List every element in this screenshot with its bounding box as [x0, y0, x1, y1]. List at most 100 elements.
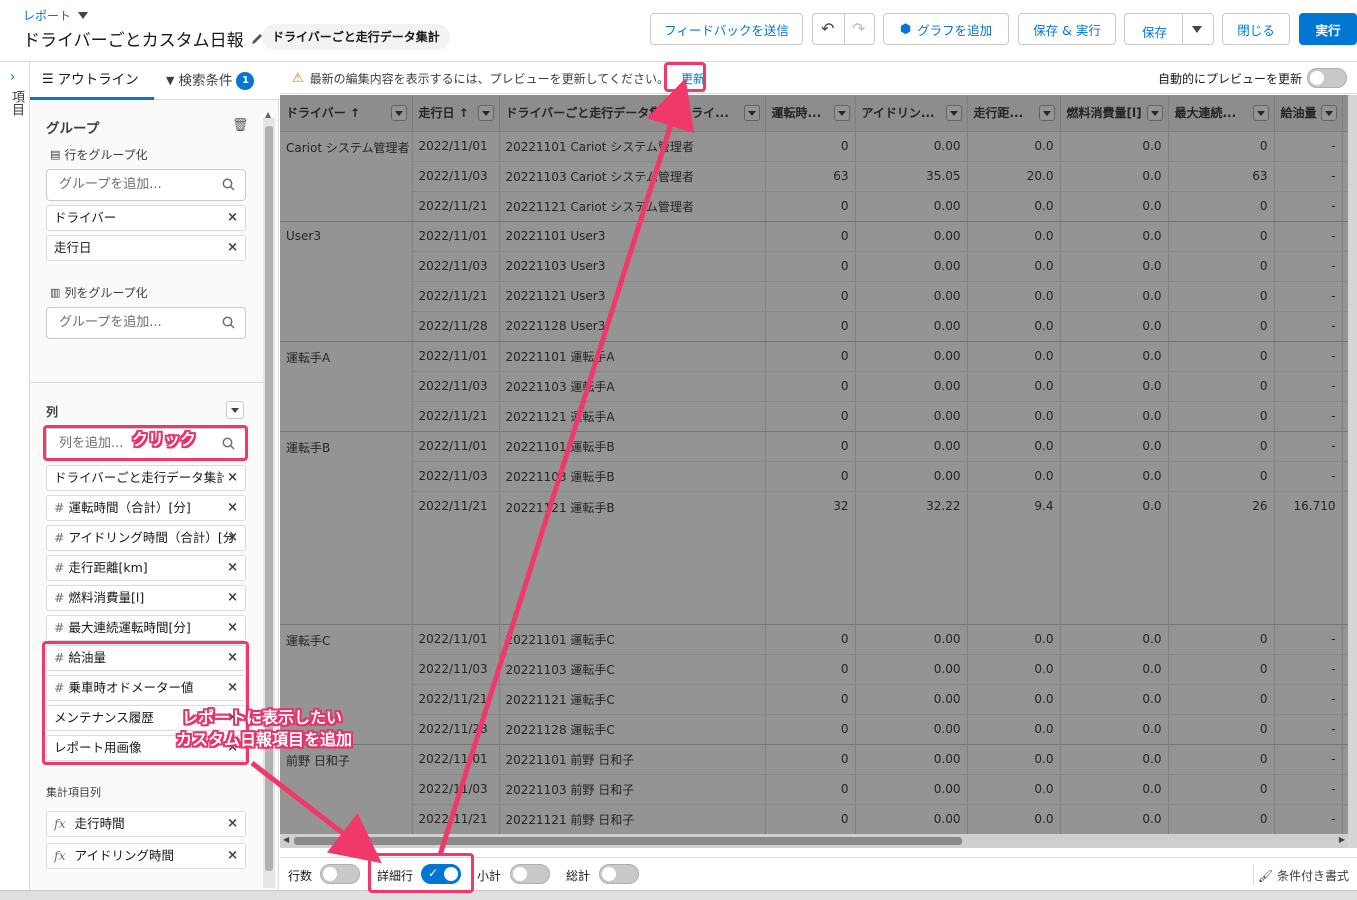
- table-cell: 0.0: [1060, 401, 1169, 432]
- columns-menu-button[interactable]: [226, 401, 244, 419]
- detail-rows-toggle[interactable]: ✓: [421, 864, 461, 884]
- close-icon[interactable]: ×: [227, 616, 238, 640]
- undo-icon[interactable]: ↶: [821, 19, 834, 38]
- search-icon: [222, 178, 235, 191]
- table-row: 前野 日和子 2022/11/01 20221101 前野 日和子 0 0.00 0.0 0…: [280, 744, 1357, 835]
- tab-outline[interactable]: ☰ アウトライン: [30, 62, 154, 100]
- close-icon[interactable]: ×: [227, 526, 238, 550]
- column-menu-icon[interactable]: [945, 105, 962, 121]
- panel-scrollbar[interactable]: ▲ ▼: [263, 110, 275, 900]
- row-group-placeholder: グループを追加...: [59, 177, 162, 192]
- column-header[interactable]: ドライバー ↑: [280, 95, 413, 132]
- table-cell: 2022/11/03: [412, 654, 500, 685]
- fields-strip[interactable]: › 項目: [0, 62, 30, 900]
- close-icon[interactable]: ×: [227, 556, 238, 580]
- table-cell: -: [1274, 161, 1343, 192]
- save-button[interactable]: 保存: [1142, 22, 1167, 41]
- auto-preview-toggle[interactable]: [1307, 68, 1347, 88]
- column-pill[interactable]: # 乗車時オドメーター値 ×: [46, 675, 246, 701]
- table-vertical-scrollbar[interactable]: [1348, 95, 1357, 848]
- table-cell: 0: [1168, 401, 1275, 432]
- save-run-button[interactable]: 保存 & 実行: [1018, 13, 1116, 45]
- summary-pill-drive-time[interactable]: fx 走行時間 ×: [46, 811, 246, 837]
- column-header[interactable]: 走行距...: [967, 95, 1061, 132]
- row-group-pill-driver[interactable]: ドライバー ×: [46, 205, 246, 231]
- column-pill[interactable]: # 給油量 ×: [46, 645, 246, 671]
- column-header[interactable]: 最大連続...: [1168, 95, 1275, 132]
- chevron-down-icon[interactable]: [1192, 26, 1202, 33]
- column-header[interactable]: ドライバーごと走行データ集... ドライ...: [499, 95, 766, 132]
- table-scroll-thumb[interactable]: [294, 837, 962, 845]
- row-group-pill-date[interactable]: 走行日 ×: [46, 235, 246, 261]
- column-pill[interactable]: # 運転時間（合計）[分] ×: [46, 495, 246, 521]
- add-chart-button[interactable]: ⬢ グラフを追加: [883, 13, 1009, 45]
- feedback-button[interactable]: フィードバックを送信: [650, 13, 803, 45]
- table-cell: 0.00: [855, 654, 968, 685]
- close-icon[interactable]: ×: [227, 586, 238, 610]
- page-bottom-scrollbar[interactable]: [0, 890, 1357, 900]
- subtotal-toggle[interactable]: [510, 864, 550, 884]
- breadcrumb-label[interactable]: レポート: [23, 7, 71, 24]
- columns-section-title: 列: [46, 405, 59, 419]
- check-icon: ✓: [428, 866, 439, 880]
- col-group-search-input[interactable]: グループを追加...: [46, 307, 246, 339]
- row-group-search-input[interactable]: グループを追加...: [46, 169, 246, 201]
- fields-strip-label[interactable]: 項目: [7, 90, 26, 116]
- row-count-toggle[interactable]: [320, 864, 360, 884]
- breadcrumb[interactable]: レポート: [23, 7, 89, 24]
- column-pill[interactable]: # 走行距離[km] ×: [46, 555, 246, 581]
- column-pill[interactable]: # 燃料消費量[l] ×: [46, 585, 246, 611]
- close-icon[interactable]: ×: [227, 206, 238, 230]
- close-icon[interactable]: ×: [227, 496, 238, 520]
- column-header[interactable]: 給油量: [1274, 95, 1343, 132]
- column-menu-icon[interactable]: [833, 105, 850, 121]
- tab-filters[interactable]: ▼ 検索条件 1: [166, 62, 276, 100]
- column-pill[interactable]: ドライバーごと走行データ集計: ×: [46, 465, 246, 491]
- table-horizontal-scrollbar[interactable]: ◀ ▶: [280, 834, 1348, 848]
- column-menu-icon[interactable]: [1320, 105, 1337, 121]
- group-driver-cell: 前野 日和子: [280, 744, 413, 835]
- page-title: ドライバーごとカスタム日報: [23, 26, 264, 51]
- table-cell: 2022/11/21: [412, 281, 500, 312]
- column-header[interactable]: 燃料消費量[l]: [1060, 95, 1169, 132]
- update-preview-link[interactable]: 更新: [681, 70, 705, 87]
- conditional-format-button[interactable]: 🖌 条件付き書式: [1258, 867, 1349, 884]
- close-icon[interactable]: ×: [227, 236, 238, 260]
- column-header-label: 走行距...: [973, 106, 1024, 121]
- column-header[interactable]: 運転時...: [765, 95, 856, 132]
- report-preview-table: ドライバー ↑ 走行日 ↑ ドライバーごと走行データ集... ドライ... 運転時..…: [280, 95, 1357, 847]
- summary-pill-idle-time[interactable]: fx アイドリング時間 ×: [46, 843, 246, 869]
- panel-scroll-thumb[interactable]: [265, 126, 273, 871]
- close-icon[interactable]: ×: [227, 844, 238, 868]
- close-button[interactable]: 閉じる: [1222, 13, 1290, 45]
- trash-icon[interactable]: 🗑: [232, 118, 249, 133]
- column-menu-icon[interactable]: [1038, 105, 1055, 121]
- column-menu-icon[interactable]: [1146, 105, 1163, 121]
- close-icon[interactable]: ×: [227, 646, 238, 670]
- column-header[interactable]: 走行日 ↑: [412, 95, 500, 132]
- column-header[interactable]: アイドリン...: [855, 95, 968, 132]
- column-menu-icon[interactable]: [390, 105, 407, 121]
- table-cell: 0.0: [967, 684, 1061, 715]
- table-cell: 63: [765, 161, 856, 192]
- scroll-up-icon[interactable]: ▲: [265, 110, 271, 119]
- run-button[interactable]: 実行: [1299, 13, 1357, 45]
- column-pill[interactable]: # 最大連続運転時間[分] ×: [46, 615, 246, 641]
- redo-icon[interactable]: ↷: [852, 19, 865, 38]
- column-menu-icon[interactable]: [743, 105, 760, 121]
- column-pill[interactable]: # アイドリング時間（合計）[分 ×: [46, 525, 246, 551]
- close-icon[interactable]: ×: [227, 812, 238, 836]
- grand-total-toggle[interactable]: [599, 864, 639, 884]
- column-menu-icon[interactable]: [477, 105, 494, 121]
- chevron-down-icon[interactable]: [78, 12, 89, 19]
- scroll-left-icon[interactable]: ◀: [283, 835, 289, 844]
- close-icon[interactable]: ×: [227, 466, 238, 490]
- table-cell: 2022/11/21: [412, 401, 500, 432]
- table-cell: 0: [765, 714, 856, 745]
- close-icon[interactable]: ×: [227, 676, 238, 700]
- column-menu-icon[interactable]: [1252, 105, 1269, 121]
- scroll-right-icon[interactable]: ▶: [1339, 835, 1345, 844]
- chevron-right-icon[interactable]: ›: [10, 70, 15, 85]
- table-cell: 0.0: [967, 221, 1061, 252]
- table-row: 2022/11/03 20221103 Cariot システム管理者 63 35.05…: [280, 161, 1357, 192]
